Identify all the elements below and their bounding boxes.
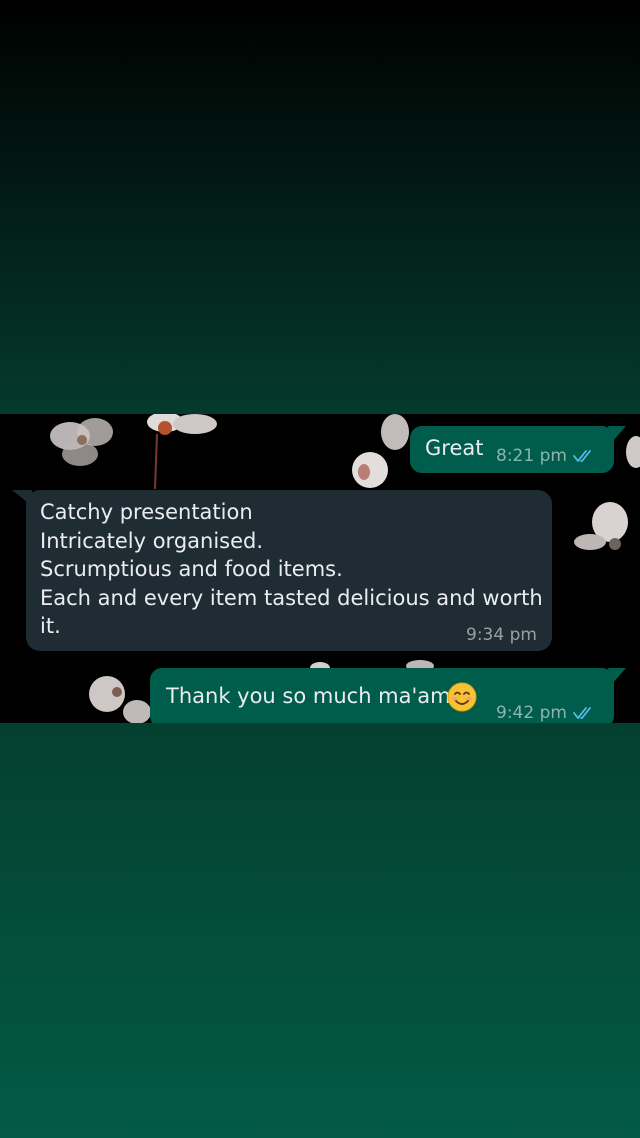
message-bubble-incoming[interactable]: Catchy presentation Intricately organise… [26, 490, 552, 651]
message-time: 9:42 pm [496, 703, 567, 723]
background-bottom-gradient [0, 723, 640, 1138]
smiling-face-icon [447, 682, 477, 712]
message-text: Thank you so much ma'am [166, 684, 451, 708]
background-top-gradient [0, 0, 640, 414]
message-meta: 9:42 pm [496, 699, 595, 723]
wallpaper-flower-icon [574, 502, 628, 550]
message-meta: 8:21 pm [496, 442, 595, 471]
message-text: Great [425, 436, 484, 460]
message-meta: 9:34 pm [466, 621, 537, 650]
double-check-read-icon [573, 707, 591, 720]
message-time: 8:21 pm [496, 446, 567, 466]
wallpaper-flower-icon [50, 418, 113, 466]
bubble-tail-incoming [12, 490, 32, 506]
chat-screenshot: Great 8:21 pm Catchy presentation Intric… [0, 414, 640, 723]
message-time: 9:34 pm [466, 625, 537, 645]
message-bubble-outgoing[interactable]: Great 8:21 pm [410, 426, 614, 473]
message-bubble-outgoing[interactable]: Thank you so much ma'am 9:42 pm [150, 668, 614, 723]
message-text: Catchy presentation Intricately organise… [40, 500, 543, 638]
bubble-tail-outgoing [608, 426, 626, 442]
bubble-tail-outgoing [608, 668, 626, 684]
wallpaper-flower-icon [147, 414, 217, 490]
double-check-read-icon [573, 450, 591, 463]
